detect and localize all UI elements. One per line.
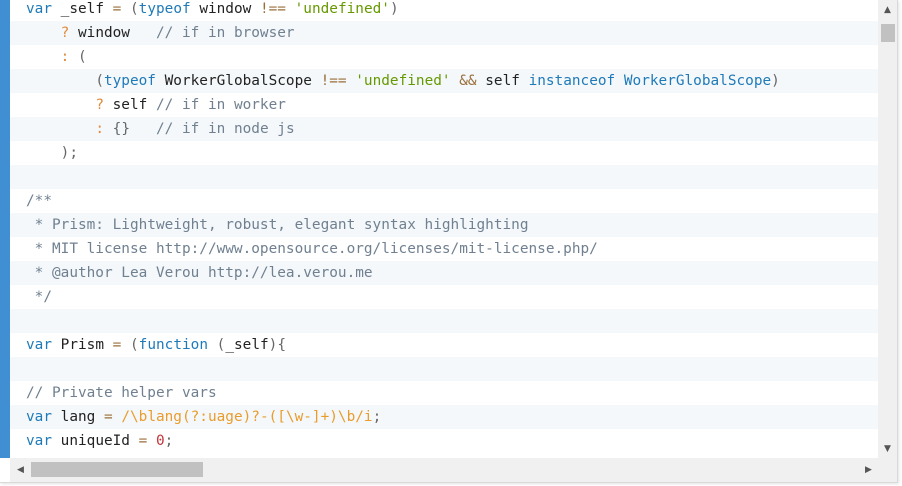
code-token-keyword: function (138, 337, 208, 353)
horizontal-scroll-thumb[interactable] (31, 462, 203, 477)
code-block: var _self = (typeof window !== 'undefine… (10, 0, 878, 453)
horizontal-scrollbar[interactable]: ◀ ▶ (10, 458, 878, 482)
code-token-plain: window (190, 1, 260, 17)
vertical-scrollbar[interactable]: ▲ ▼ (878, 0, 897, 458)
vertical-scroll-thumb[interactable] (881, 24, 895, 42)
code-token-comment: /** (26, 193, 52, 209)
code-token-comment: * Prism: Lightweight, robust, elegant sy… (26, 217, 529, 233)
code-line: * Prism: Lightweight, robust, elegant sy… (10, 213, 878, 237)
code-token-plain: WorkerGlobalScope (155, 73, 321, 89)
code-line: ); (10, 141, 878, 165)
code-token-punct: ); (60, 145, 78, 161)
gutter-accent-bar (0, 0, 10, 458)
code-token-punct: ) (389, 1, 399, 17)
code-line: ? self // if in worker (10, 93, 878, 117)
code-viewport[interactable]: var _self = (typeof window !== 'undefine… (10, 0, 878, 458)
code-token-number: 0 (155, 433, 165, 449)
code-line: // Private helper vars (10, 381, 878, 405)
code-token-keyword: var (26, 337, 52, 353)
code-line (10, 357, 878, 381)
scrollbar-corner (878, 458, 897, 482)
code-token-punct: ( (130, 337, 139, 353)
code-line (10, 165, 878, 189)
code-token-plain: self (103, 97, 156, 113)
code-token-keyword: instanceof (528, 73, 616, 89)
code-line: var lang = /\blang(?:uage)?-([\w-]+)\b/i… (10, 405, 878, 429)
code-token-comment: // if in browser (155, 25, 295, 41)
scroll-right-arrow-icon[interactable]: ▶ (860, 458, 877, 482)
code-token-operator: !== (320, 73, 347, 89)
code-token-keyword: var (26, 409, 52, 425)
code-token-plain: self (476, 73, 529, 89)
code-token-punct: {} (112, 121, 130, 137)
code-token-plain: uniqueId (52, 433, 139, 449)
code-token-punct: ( (130, 1, 139, 17)
code-token-punct: ; (372, 409, 382, 425)
code-token-punct: ( (78, 49, 87, 65)
code-token-class: WorkerGlobalScope (623, 73, 772, 89)
code-token-keyword: typeof (103, 73, 156, 89)
code-line: (typeof WorkerGlobalScope !== 'undefined… (10, 69, 878, 93)
code-token-comment: */ (26, 289, 52, 305)
code-token-comment: // Private helper vars (26, 385, 217, 401)
code-line: : ( (10, 45, 878, 69)
code-token-punct: ){ (268, 337, 286, 353)
scroll-up-arrow-icon[interactable]: ▲ (878, 2, 897, 19)
code-token-keyword: var (26, 433, 52, 449)
code-line (10, 309, 878, 333)
code-token-punct: ( (95, 73, 104, 89)
code-token-operator: = (138, 433, 148, 449)
code-editor-window: var _self = (typeof window !== 'undefine… (0, 0, 898, 483)
code-line: var Prism = (function (_self){ (10, 333, 878, 357)
code-line: */ (10, 285, 878, 309)
code-line: : {} // if in node js (10, 117, 878, 141)
code-line: var uniqueId = 0; (10, 429, 878, 453)
code-token-operator: && (459, 73, 477, 89)
code-token-comment: // if in node js (155, 121, 295, 137)
code-token-comment: // if in worker (155, 97, 286, 113)
code-token-ternary: ? (95, 97, 104, 113)
code-line: * @author Lea Verou http://lea.verou.me (10, 261, 878, 285)
code-token-operator: = (103, 409, 113, 425)
scroll-down-arrow-icon[interactable]: ▼ (878, 441, 897, 458)
code-token-plain: _self (52, 1, 113, 17)
code-token-punct: ) (771, 73, 780, 89)
code-token-string: 'undefined' (294, 1, 390, 17)
code-line: * MIT license http://www.opensource.org/… (10, 237, 878, 261)
code-token-punct: ; (164, 433, 174, 449)
code-line: ? window // if in browser (10, 21, 878, 45)
code-token-plain: window (69, 25, 156, 41)
scroll-left-arrow-icon[interactable]: ◀ (12, 458, 29, 482)
code-token-comment: * @author Lea Verou http://lea.verou.me (26, 265, 373, 281)
code-token-keyword: var (26, 1, 52, 17)
code-token-plain: lang (52, 409, 104, 425)
code-token-keyword: typeof (138, 1, 191, 17)
code-token-string: 'undefined' (355, 73, 451, 89)
code-token-operator: !== (259, 1, 286, 17)
code-token-plain: _self (225, 337, 269, 353)
code-line: /** (10, 189, 878, 213)
code-token-regex: /\blang(?:uage)?-([\w-]+)\b/i (121, 409, 373, 425)
code-token-comment: * MIT license http://www.opensource.org/… (26, 241, 598, 257)
code-line: var _self = (typeof window !== 'undefine… (10, 0, 878, 21)
code-token-plain: Prism (52, 337, 113, 353)
code-token-ternary: : (95, 121, 104, 137)
